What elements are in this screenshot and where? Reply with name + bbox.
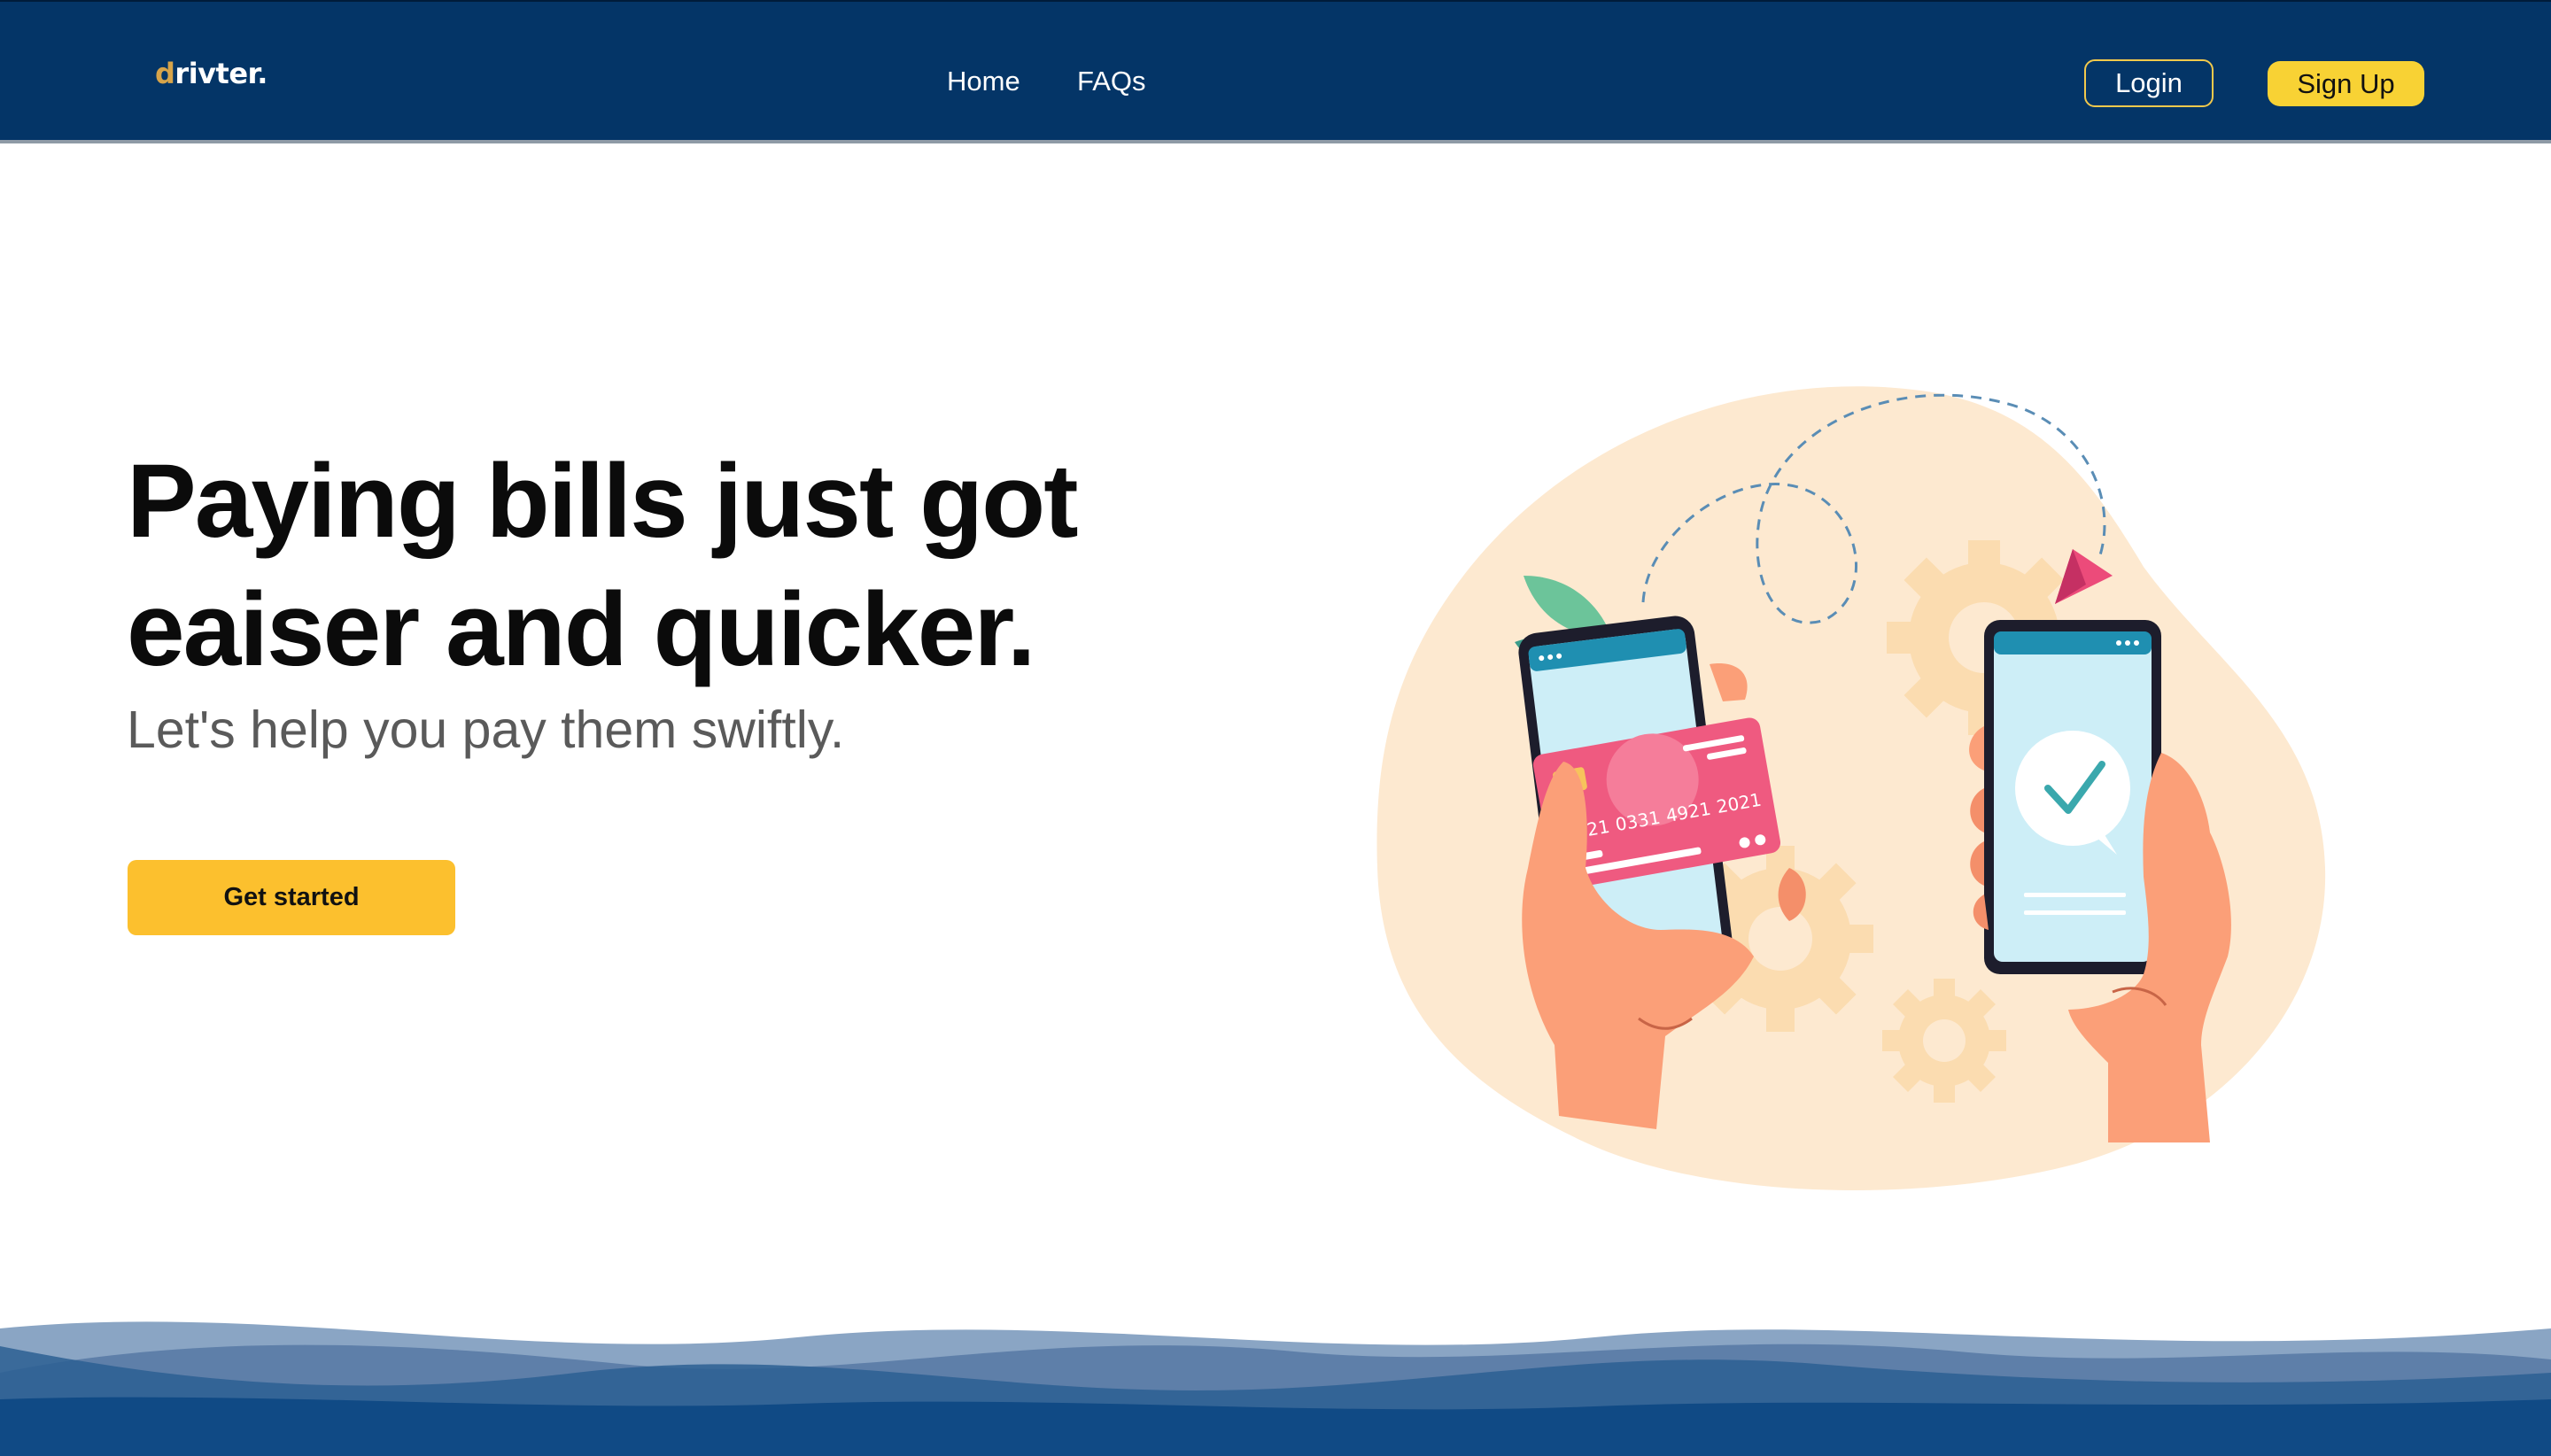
gear-icon (1882, 979, 2006, 1103)
hero-subtitle: Let's help you pay them swiftly. (127, 701, 845, 759)
footer-waves (0, 1311, 2551, 1456)
hero-title: Paying bills just got eaiser and quicker… (127, 438, 1101, 694)
get-started-button[interactable]: Get started (128, 860, 455, 935)
logo-accent-letter: d (155, 57, 175, 90)
top-navbar: drivter. Home FAQs Login Sign Up (0, 0, 2551, 140)
login-button[interactable]: Login (2084, 59, 2214, 107)
logo-text: rivter. (174, 57, 268, 90)
nav-link-faqs[interactable]: FAQs (1077, 66, 1146, 97)
nav-link-home[interactable]: Home (947, 66, 1020, 97)
signup-button[interactable]: Sign Up (2268, 61, 2424, 106)
hero-title-line-1: Paying bills just got (127, 443, 1079, 560)
landing-page: drivter. Home FAQs Login Sign Up Paying … (0, 0, 2551, 1456)
brand-logo[interactable]: drivter. (155, 57, 268, 90)
payment-illustration: 0021 0331 4921 2021 (1376, 386, 2326, 1190)
hero-title-line-2: eaiser and quicker. (127, 571, 1036, 688)
